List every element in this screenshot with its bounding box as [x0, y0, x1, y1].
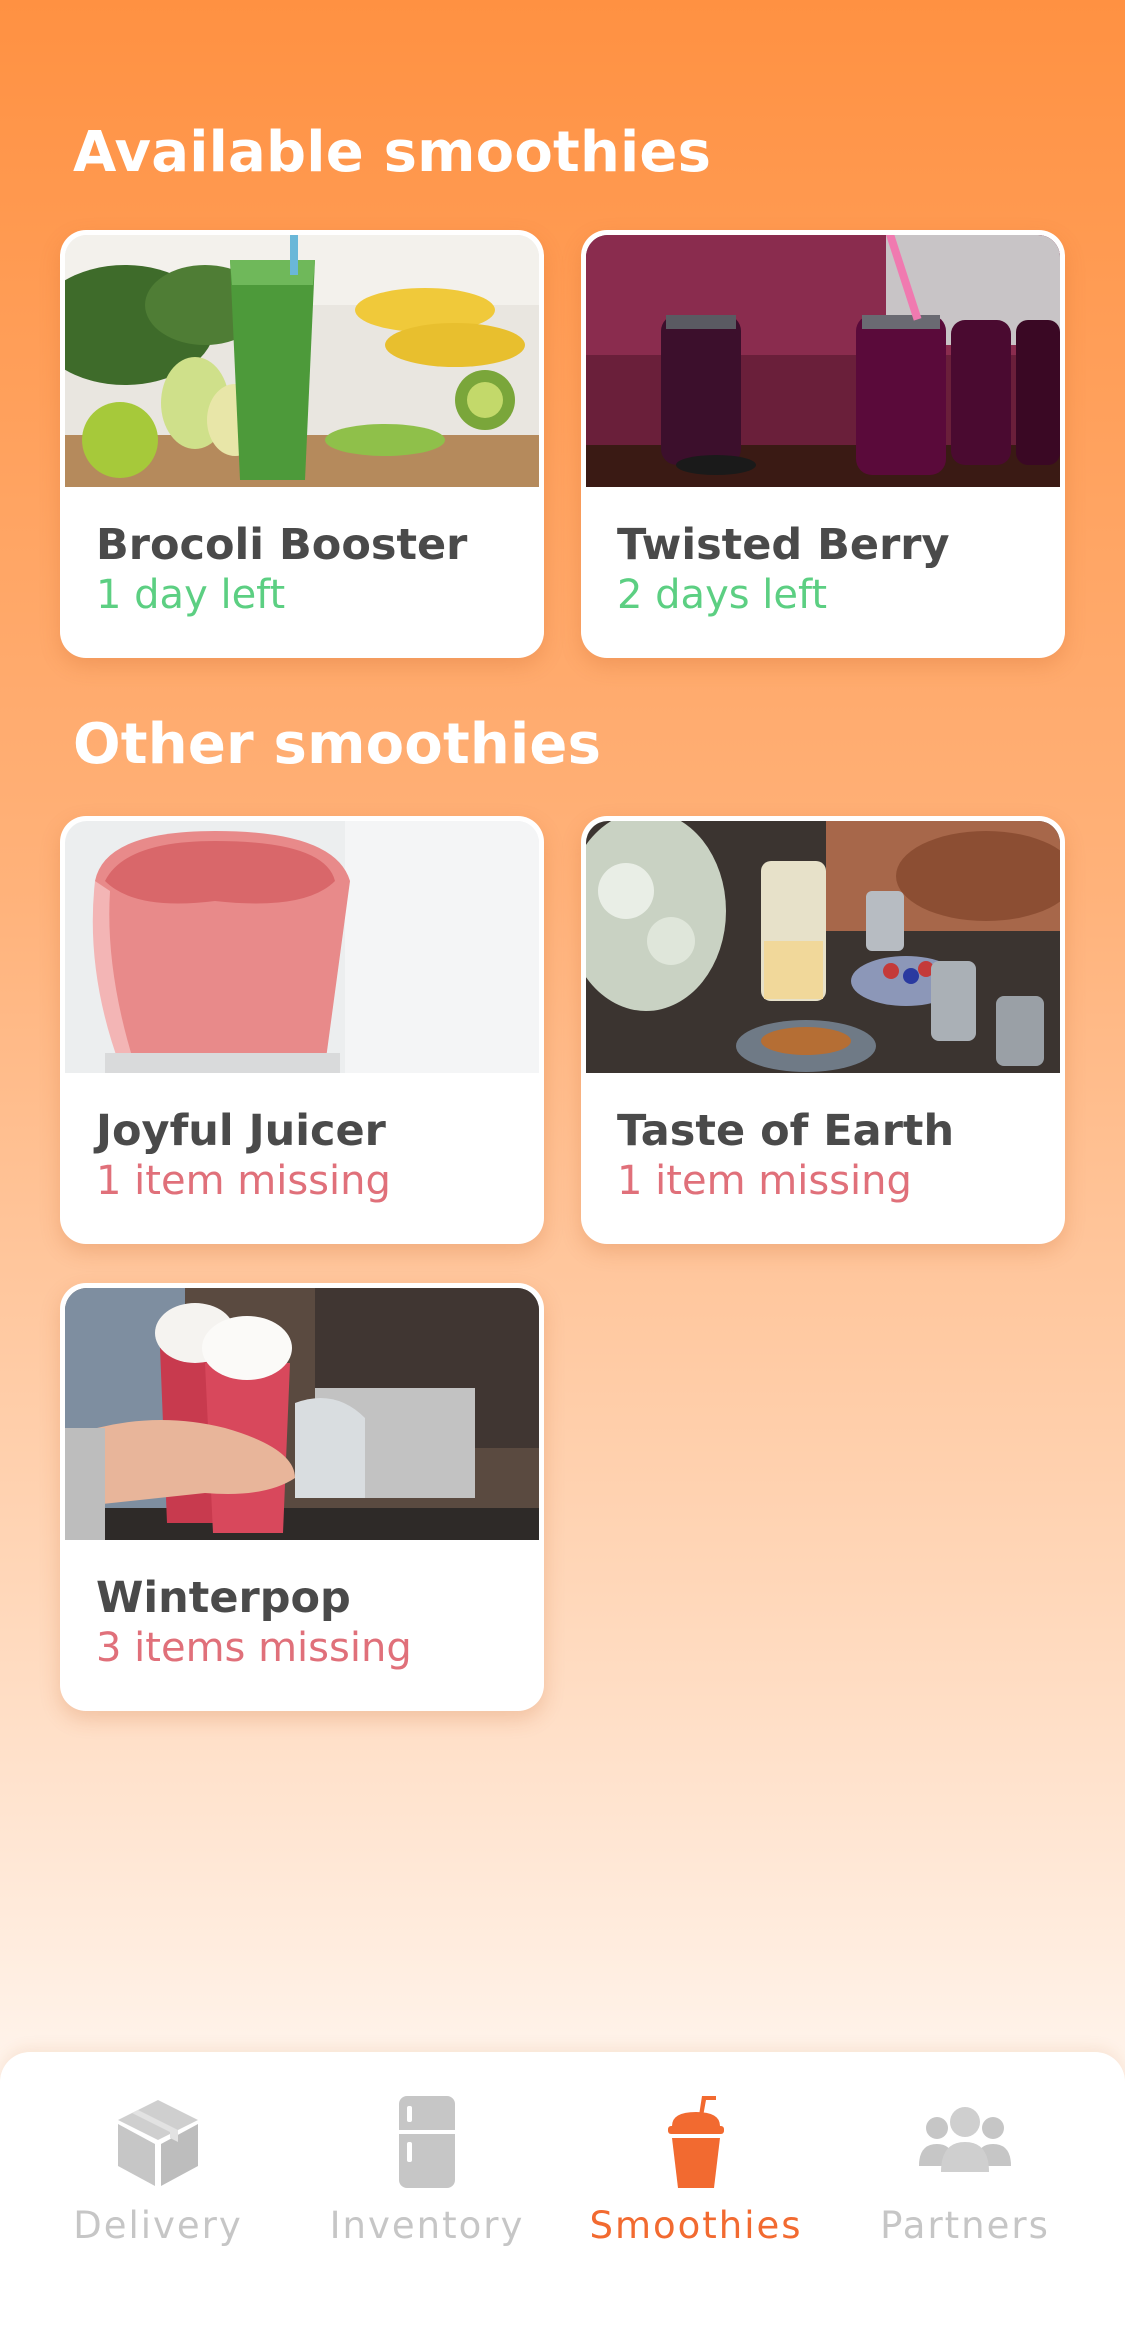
tab-smoothies[interactable]: Smoothies: [566, 2092, 826, 2292]
smoothie-card-winterpop[interactable]: Winterpop 3 items missing: [60, 1283, 544, 1711]
smoothie-card-joyful-juicer[interactable]: Joyful Juicer 1 item missing: [60, 816, 544, 1244]
people-icon: [919, 2107, 1011, 2172]
tab-label: Inventory: [329, 2204, 525, 2247]
smoothie-name: Joyful Juicer: [96, 1106, 386, 1156]
smoothie-status: 1 item missing: [96, 1158, 391, 1204]
fridge-icon: [399, 2096, 455, 2188]
smoothie-photo: [65, 1288, 539, 1540]
smoothie-status: 2 days left: [617, 572, 828, 618]
smoothie-status: 3 items missing: [96, 1625, 412, 1671]
smoothie-photo: [65, 235, 539, 487]
available-section-title: Available smoothies: [73, 120, 712, 185]
smoothie-name: Brocoli Booster: [96, 520, 468, 570]
smoothie-photo: [65, 821, 539, 1073]
bottom-tab-bar: Delivery Inventory Smoothies Partners: [0, 2052, 1125, 2337]
other-section-title: Other smoothies: [73, 712, 602, 777]
tab-delivery[interactable]: Delivery: [28, 2092, 288, 2292]
smoothie-photo: [586, 235, 1060, 487]
tab-inventory[interactable]: Inventory: [297, 2092, 557, 2292]
tab-label: Partners: [880, 2204, 1050, 2247]
smoothie-cup-icon: [668, 2096, 724, 2188]
smoothie-name: Twisted Berry: [617, 520, 950, 570]
smoothie-status: 1 item missing: [617, 1158, 912, 1204]
tab-label: Smoothies: [589, 2204, 803, 2247]
smoothie-card-brocoli-booster[interactable]: Brocoli Booster 1 day left: [60, 230, 544, 658]
package-icon: [118, 2100, 198, 2186]
tab-partners[interactable]: Partners: [835, 2092, 1095, 2292]
smoothie-card-taste-of-earth[interactable]: Taste of Earth 1 item missing: [581, 816, 1065, 1244]
smoothie-name: Winterpop: [96, 1573, 351, 1623]
smoothie-card-twisted-berry[interactable]: Twisted Berry 2 days left: [581, 230, 1065, 658]
smoothie-status: 1 day left: [96, 572, 286, 618]
smoothie-name: Taste of Earth: [617, 1106, 955, 1156]
tab-label: Delivery: [73, 2204, 243, 2247]
smoothie-photo: [586, 821, 1060, 1073]
